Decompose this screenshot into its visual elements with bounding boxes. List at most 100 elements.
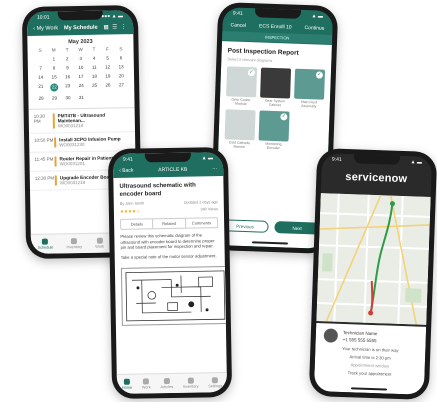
calendar-day[interactable]: 9: [61, 65, 75, 70]
diagram-tile[interactable]: Cold Cathode Monitor: [224, 109, 256, 149]
event-number: WO0031230: [59, 141, 85, 148]
tab-inventory[interactable]: Inventory: [66, 238, 82, 249]
calendar-day[interactable]: 26: [101, 82, 115, 90]
calendar-day[interactable]: 18: [88, 74, 102, 79]
tab-bar: Home Work Articles Inventory Settings: [116, 372, 228, 394]
calendar-day[interactable]: 7: [34, 66, 48, 71]
cancel-button[interactable]: Cancel: [230, 22, 246, 29]
event-item[interactable]: 10:50 PM Install 3CPO Infusion Pump WO0031…: [29, 132, 136, 153]
tab-schedule[interactable]: Schedule: [37, 238, 54, 250]
track-link[interactable]: Track your appointment: [322, 369, 416, 377]
calendar-day[interactable]: 10: [74, 65, 88, 70]
article-paragraph: Please review this schematic diagram of …: [120, 232, 215, 251]
event-color-bar: [54, 156, 57, 167]
calendar-day[interactable]: 17: [74, 74, 88, 79]
calendar-day[interactable]: 14: [34, 75, 48, 80]
work-icon: [96, 237, 103, 244]
calendar-day[interactable]: 15: [47, 74, 61, 79]
check-icon: ✓: [247, 69, 256, 77]
tab-label: Schedule: [37, 245, 54, 250]
calendar-day[interactable]: 23: [61, 83, 75, 91]
event-color-bar: [52, 113, 55, 129]
continue-button[interactable]: Continue: [304, 25, 324, 32]
calendar-day[interactable]: 20: [115, 73, 129, 78]
tab-work[interactable]: Work: [95, 237, 105, 249]
calendar-day[interactable]: 19: [101, 73, 115, 78]
tab-home[interactable]: Home: [121, 378, 133, 390]
event-text: Upgrade Encoder Board WO0031219: [60, 174, 114, 185]
calendar-day[interactable]: 6: [114, 55, 128, 60]
calendar-day: [115, 94, 129, 99]
more-icon[interactable]: ⋯: [212, 166, 217, 172]
next-button[interactable]: Next: [274, 221, 320, 235]
view-icons[interactable]: ▦ ☰ ⋮: [103, 24, 127, 30]
event-item[interactable]: 10:30 PM PMT47B - Ultrasound Maintenan...…: [28, 108, 136, 134]
calendar-day[interactable]: 24: [74, 83, 88, 91]
report-title: Post Inspection Report: [227, 47, 299, 57]
articles-icon: [163, 378, 170, 385]
tab-label: Home: [121, 385, 133, 390]
calendar-day[interactable]: 11: [88, 65, 102, 70]
weekday-label: F: [105, 46, 109, 52]
event-color-bar: [54, 137, 57, 148]
diagram-tile[interactable]: ✓ Monitoring Encoder: [258, 110, 290, 150]
calendar-day[interactable]: 22: [48, 83, 62, 92]
calendar-day[interactable]: 31: [75, 95, 89, 100]
calendar-day[interactable]: 8: [47, 65, 61, 70]
tab-inventory[interactable]: Inventory: [183, 377, 198, 389]
schematic-diagram[interactable]: [120, 265, 228, 326]
calendar-day[interactable]: 4: [87, 56, 101, 61]
calendar-day[interactable]: 30: [61, 95, 75, 100]
calendar-day[interactable]: 21: [34, 84, 48, 92]
technician-name: Technician Name: [342, 329, 378, 337]
page-title: My Schedule: [63, 24, 98, 32]
calendar-day[interactable]: 16: [61, 74, 75, 79]
calendar-day[interactable]: 29: [48, 95, 62, 100]
technician-row: Technician Name +1 555 555 5555: [323, 328, 418, 345]
article-tabs: Details Related Comments: [120, 217, 219, 230]
calendar-day[interactable]: 5: [101, 55, 115, 61]
calendar-day[interactable]: 3: [74, 56, 88, 61]
diagram-tile[interactable]: ✓ Main Fluid Assembly: [294, 68, 326, 109]
route-map[interactable]: [316, 193, 431, 325]
tab-articles[interactable]: Articles: [160, 378, 173, 389]
home-icon: [123, 378, 130, 385]
back-button[interactable]: ‹ My Work: [33, 25, 58, 31]
tab-work[interactable]: Work: [142, 378, 151, 390]
selected-day[interactable]: 22: [50, 83, 59, 92]
tab-settings[interactable]: Settings: [208, 377, 222, 388]
article-paragraph: Take a special note of the motor sensor …: [120, 253, 217, 260]
rating-row: ★★★★☆ 340 Views: [120, 207, 218, 215]
technician-phone[interactable]: +1 555 555 5555: [343, 337, 378, 343]
event-text: Install 3CPO Infusion Pump WO0031230: [59, 136, 121, 147]
calendar-day[interactable]: 2: [61, 56, 75, 61]
tab-comments[interactable]: Comments: [186, 218, 217, 228]
view-count: 340 Views: [200, 207, 218, 212]
calendar-day[interactable]: 13: [114, 64, 128, 69]
tab-related[interactable]: Related: [153, 218, 186, 229]
diagram-thumbnail: ✓: [226, 66, 258, 98]
tab-label: Settings: [208, 384, 223, 389]
status-time: 10:01: [36, 14, 50, 21]
check-icon: ✓: [280, 113, 288, 121]
work-icon: [143, 378, 150, 385]
tab-details[interactable]: Details: [121, 219, 154, 229]
status-time: 9:41: [331, 156, 342, 163]
calendar-day[interactable]: 25: [88, 83, 102, 91]
phone-notch: [353, 154, 401, 165]
weekday-label: T: [92, 46, 96, 52]
diagram-tile[interactable]: ✓ Gear Cooler Module: [226, 66, 258, 106]
calendar-day[interactable]: 1: [47, 56, 61, 61]
month-label: May 2023: [68, 38, 93, 46]
diagram-thumbnail: [260, 67, 292, 99]
star-rating-icon[interactable]: ★★★★☆: [120, 209, 140, 215]
phone-notch: [57, 10, 103, 21]
tab-label: Work: [95, 244, 105, 249]
calendar-day[interactable]: 28: [34, 96, 48, 101]
calendar-day[interactable]: 27: [115, 82, 129, 90]
schedule-icon: [42, 238, 49, 245]
updated: Updated 2 days ago: [183, 200, 218, 205]
diagram-tile[interactable]: Gear System Cabinet: [260, 67, 292, 108]
back-button[interactable]: ‹ Back: [119, 168, 133, 174]
calendar-day[interactable]: 12: [101, 64, 115, 69]
